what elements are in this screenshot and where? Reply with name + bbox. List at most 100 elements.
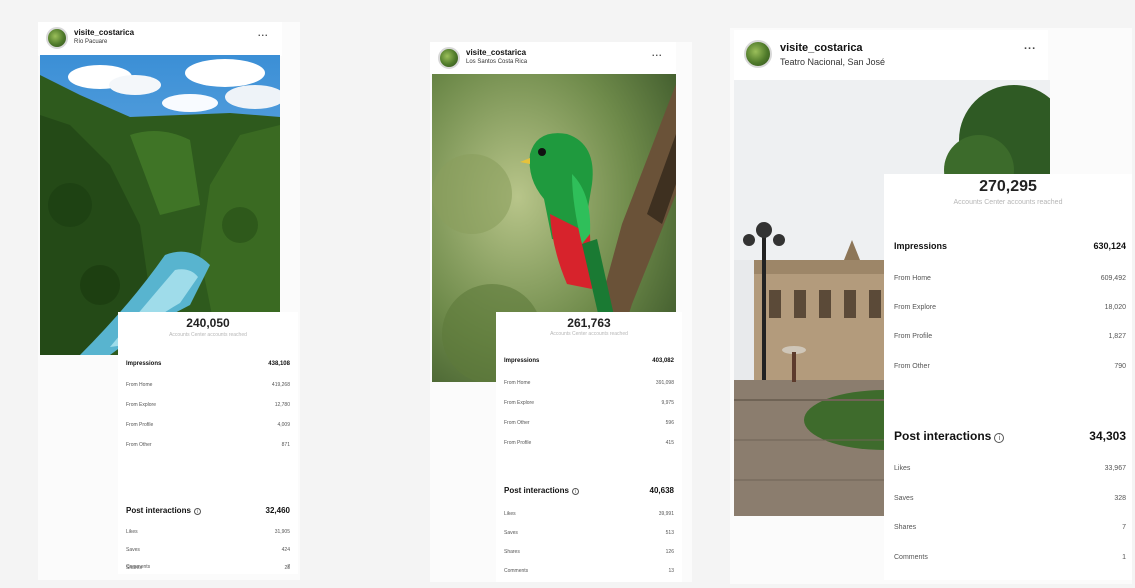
row-value: 419,268 <box>271 382 290 388</box>
row-value: 1,827 <box>1108 333 1126 340</box>
impression-row: From Profile 1,827 <box>884 333 1132 340</box>
impressions-label: Impressions <box>504 358 540 364</box>
interaction-row: Saves 424 <box>118 547 298 553</box>
row-value: 328 <box>1114 495 1126 502</box>
post-1-photo-river-canyon <box>40 55 280 355</box>
row-label: From Profile <box>894 333 933 340</box>
post-2-insights-card: 261,763 Accounts Center accounts reached… <box>496 312 682 582</box>
post-2-impressions-row: Impressions 403,082 <box>496 358 682 364</box>
row-value: 18,020 <box>1104 304 1126 311</box>
row-value: 13 <box>668 568 674 574</box>
post-3-header: visite_costarica Teatro Nacional, San Jo… <box>734 30 1048 80</box>
impression-row: From Home 609,492 <box>884 275 1132 282</box>
impression-row: From Other 790 <box>884 363 1132 370</box>
impressions-value: 438,108 <box>268 361 290 367</box>
row-value: 12,780 <box>274 402 290 408</box>
interactions-label: Post interactions <box>504 486 569 495</box>
row-value: 9,975 <box>661 400 674 406</box>
interaction-row: Shares 126 <box>496 549 682 555</box>
row-label: From Other <box>504 420 530 426</box>
impressions-value: 403,082 <box>652 358 674 364</box>
info-icon[interactable]: i <box>571 488 579 495</box>
row-value: 790 <box>1114 363 1126 370</box>
post-3-reach-value: 270,295 <box>979 178 1037 195</box>
row-value: 126 <box>665 549 674 555</box>
post-1-impressions-row: Impressions 438,108 <box>118 361 298 367</box>
row-value: 871 <box>281 442 290 448</box>
post-1-username[interactable]: visite_costarica <box>74 28 134 37</box>
post-2-reach-value: 261,763 <box>567 316 611 330</box>
post-2-location[interactable]: Los Santos Costa Rica <box>466 59 527 65</box>
interaction-row: Comments 7 <box>126 564 290 570</box>
row-label: Saves <box>126 547 140 553</box>
post-3-more-options-icon[interactable]: ... <box>1024 40 1036 52</box>
impression-row: From Other 596 <box>496 420 682 426</box>
row-value: 513 <box>665 530 674 536</box>
post-3-insights-card: 270,295 Accounts Center accounts reached… <box>884 174 1132 580</box>
interaction-row: Saves 513 <box>496 530 682 536</box>
post-1-header: visite_costarica Río Pacuare ... <box>38 22 282 56</box>
row-label: From Home <box>126 382 153 388</box>
row-label: From Home <box>894 275 931 282</box>
info-icon[interactable]: i <box>193 508 201 515</box>
impression-row: From Explore 12,780 <box>118 402 298 408</box>
interactions-label: Post interactions <box>126 506 191 515</box>
interactions-label: Post interactions <box>894 429 992 443</box>
impression-row: From Profile 415 <box>496 440 682 446</box>
row-label: From Other <box>894 363 930 370</box>
row-label: Comments <box>126 564 151 570</box>
post-2-username[interactable]: visite_costarica <box>466 48 526 57</box>
post-2-avatar[interactable] <box>438 47 460 69</box>
row-label: From Home <box>504 380 531 386</box>
row-label: Saves <box>894 495 914 502</box>
post-1-avatar[interactable] <box>46 27 68 49</box>
row-value: 7 <box>1122 524 1126 531</box>
row-label: From Explore <box>504 400 535 406</box>
impression-row: From Other 871 <box>118 442 298 448</box>
row-value: 33,967 <box>1104 465 1126 472</box>
post-2-more-options-icon[interactable]: ... <box>652 48 663 58</box>
row-label: From Profile <box>126 422 154 428</box>
post-3-location[interactable]: Teatro Nacional, San José <box>780 57 885 67</box>
info-icon[interactable]: i <box>994 433 1005 443</box>
row-value: 4,009 <box>277 422 290 428</box>
interaction-row: Comments 1 <box>884 554 1132 561</box>
row-label: From Explore <box>894 304 937 311</box>
row-label: Likes <box>504 511 516 517</box>
post-3-reach-label: Accounts Center accounts reached <box>953 199 1063 206</box>
impression-row: From Home 391,098 <box>496 380 682 386</box>
interaction-row: Likes 31,905 <box>118 529 298 535</box>
interaction-row: Shares 7 <box>884 524 1132 531</box>
row-value: 596 <box>665 420 674 426</box>
row-value: 424 <box>281 547 290 553</box>
post-2-interactions-row: Post interactions i 40,638 <box>496 486 682 495</box>
river-canyon-image <box>40 55 280 355</box>
row-label: From Other <box>126 442 152 448</box>
post-3: visite_costarica Teatro Nacional, San Jo… <box>730 28 1132 584</box>
row-label: From Explore <box>126 402 157 408</box>
row-label: Comments <box>504 568 529 574</box>
row-label: From Profile <box>504 440 532 446</box>
row-value: 7 <box>287 564 290 570</box>
row-label: Comments <box>894 554 928 561</box>
row-value: 415 <box>665 440 674 446</box>
post-1-interactions-row: Post interactions i 32,460 <box>118 506 298 515</box>
post-1-more-options-icon[interactable]: ... <box>258 28 269 38</box>
post-2-header: visite_costarica Los Santos Costa Rica .… <box>430 42 676 74</box>
row-value: 31,905 <box>274 529 290 535</box>
impressions-label: Impressions <box>126 361 162 367</box>
post-3-avatar[interactable] <box>744 40 772 68</box>
impression-row: From Home 419,268 <box>118 382 298 388</box>
post-1-location[interactable]: Río Pacuare <box>74 39 107 45</box>
row-value: 1 <box>1122 554 1126 561</box>
row-label: Saves <box>504 530 518 536</box>
post-3-username[interactable]: visite_costarica <box>780 42 863 54</box>
impressions-label: Impressions <box>894 241 948 251</box>
row-value: 609,492 <box>1100 275 1126 282</box>
post-1-reach-value: 240,050 <box>186 316 230 330</box>
post-1-reach-label: Accounts Center accounts reached <box>169 332 247 338</box>
post-2-reach-label: Accounts Center accounts reached <box>550 331 628 337</box>
interactions-value: 40,638 <box>649 486 674 495</box>
row-label: Likes <box>126 529 138 535</box>
post-3-interactions-row: Post interactions i 34,303 <box>884 429 1132 443</box>
